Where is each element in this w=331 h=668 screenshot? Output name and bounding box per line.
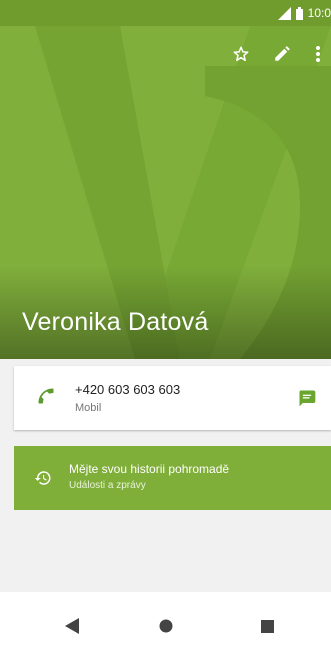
- signal-icon: [277, 6, 291, 20]
- status-bar: 10:0: [0, 0, 331, 26]
- contact-header: Veronika Datová: [0, 26, 331, 359]
- history-subtitle: Události a zprávy: [69, 480, 146, 491]
- phone-type-label: Mobil: [75, 402, 102, 414]
- history-promo-card[interactable]: Mějte svou historii pohromadě Události a…: [14, 446, 331, 510]
- navigation-bar: [0, 592, 331, 668]
- message-icon[interactable]: [297, 388, 317, 408]
- edit-pencil-icon[interactable]: [270, 42, 294, 66]
- status-time: 10:0: [307, 6, 331, 20]
- history-icon: [34, 471, 51, 485]
- home-icon[interactable]: [154, 614, 178, 638]
- contact-name: Veronika Datová: [22, 308, 209, 336]
- phone-icon[interactable]: [36, 386, 56, 406]
- phone-number[interactable]: +420 603 603 603: [75, 382, 180, 397]
- more-options-icon[interactable]: [310, 42, 326, 66]
- back-icon[interactable]: [60, 614, 84, 638]
- history-title: Mějte svou historii pohromadě: [69, 462, 230, 476]
- status-indicators: 10:0: [277, 5, 331, 21]
- phone-card[interactable]: +420 603 603 603 Mobil: [14, 366, 331, 430]
- recents-icon[interactable]: [255, 614, 279, 638]
- favorite-star-icon[interactable]: [229, 42, 253, 66]
- battery-icon: [295, 6, 303, 20]
